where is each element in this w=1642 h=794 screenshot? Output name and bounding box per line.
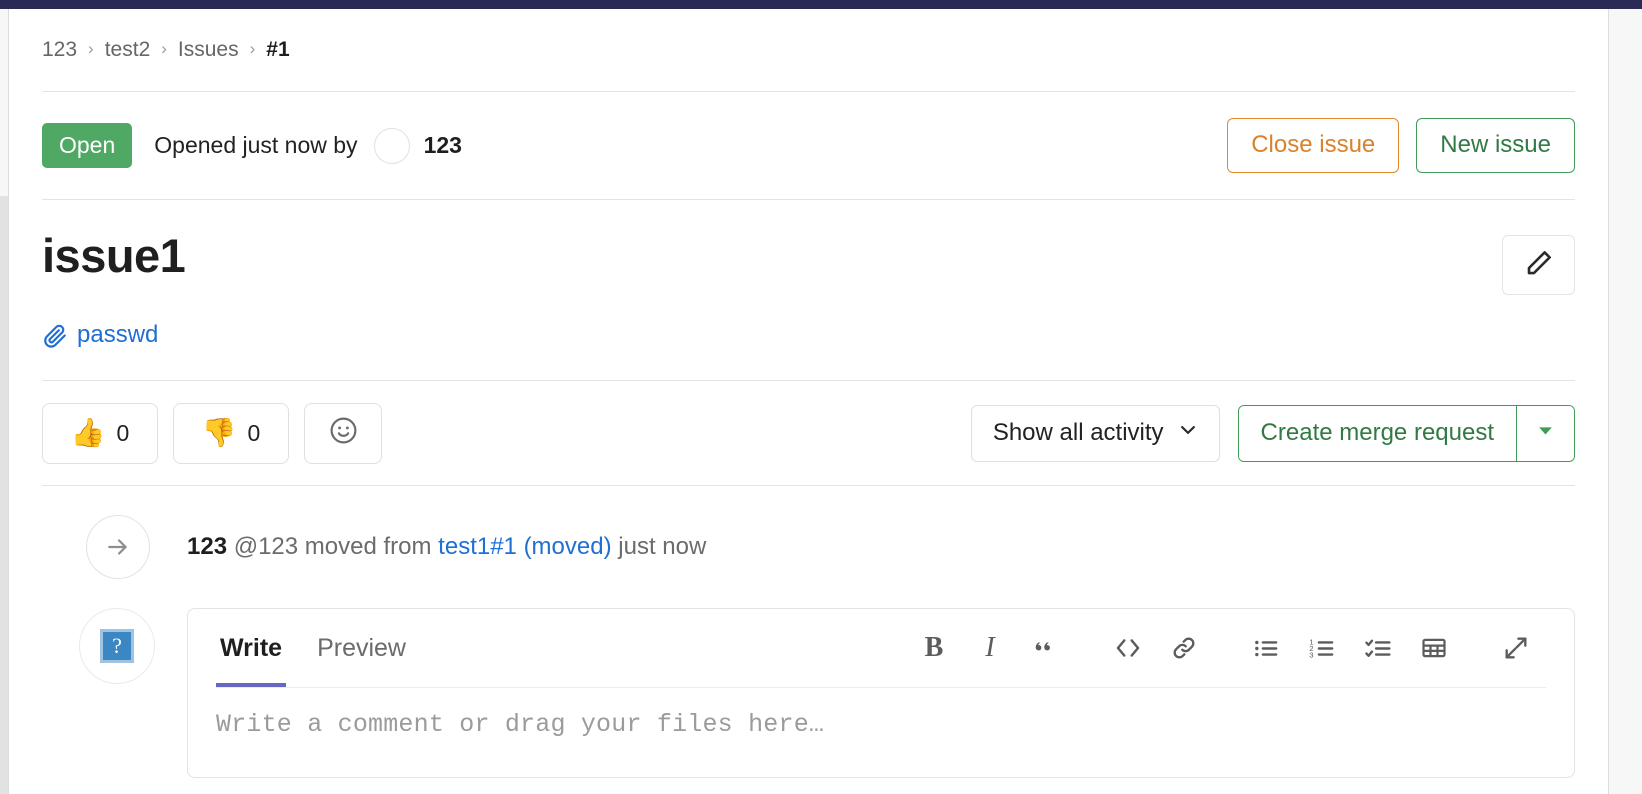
new-issue-button[interactable]: New issue — [1416, 118, 1575, 173]
breadcrumb-item-issues[interactable]: Issues — [178, 38, 239, 62]
edit-issue-button[interactable] — [1502, 235, 1575, 295]
task-list-icon[interactable] — [1350, 620, 1406, 676]
thumbs-down-count: 0 — [247, 419, 261, 446]
breadcrumb-separator-icon: › — [88, 39, 94, 58]
system-note-action: moved from — [304, 533, 432, 560]
create-merge-request-group: Create merge request — [1237, 404, 1575, 462]
create-merge-request-dropdown-toggle[interactable] — [1516, 405, 1574, 461]
issue-title-row: issue1 — [42, 200, 1575, 295]
add-reaction-button[interactable] — [304, 402, 382, 464]
italic-icon[interactable]: I — [962, 620, 1018, 676]
system-note-time: just now — [618, 533, 707, 560]
comment-editor-row: ? Write Preview B I 1 2 3 Write a commen… — [42, 579, 1575, 778]
svg-text:3: 3 — [1309, 650, 1313, 659]
thumbs-up-icon: 👍 — [70, 417, 106, 448]
comment-placeholder: Write a comment or drag your files here… — [216, 710, 825, 739]
breadcrumb-separator-icon: › — [161, 39, 167, 58]
reactions-and-actions-row: 👍 0 👎 0 Show all activity Create merge r… — [42, 381, 1575, 485]
author-avatar — [373, 127, 410, 164]
page-title: issue1 — [42, 229, 186, 282]
breadcrumb-item-group[interactable]: 123 — [42, 38, 77, 62]
system-note-author: 123 — [187, 533, 228, 560]
system-note-text: 123 @123 moved from test1#1 (moved) just… — [187, 533, 706, 561]
bold-icon[interactable]: B — [906, 620, 962, 676]
broken-image-icon: ? — [100, 629, 134, 663]
broken-image-glyph: ? — [112, 633, 122, 658]
status-badge: Open — [42, 123, 133, 168]
attachment-link[interactable]: passwd — [77, 321, 158, 349]
chevron-down-icon — [1536, 421, 1555, 445]
tab-write[interactable]: Write — [216, 609, 287, 687]
thumbs-down-icon: 👎 — [201, 417, 237, 448]
numbered-list-icon[interactable]: 1 2 3 — [1294, 620, 1350, 676]
system-note-source-link[interactable]: test1#1 (moved) — [438, 533, 611, 560]
thumbs-down-button[interactable]: 👎 0 — [173, 402, 289, 464]
comment-editor: Write Preview B I 1 2 3 Write a comment … — [187, 608, 1575, 778]
left-rail-top-segment — [0, 9, 8, 196]
smiley-face-icon — [328, 415, 359, 451]
comment-input-area[interactable]: Write a comment or drag your files here… — [188, 688, 1574, 739]
breadcrumb-separator-icon: › — [249, 39, 256, 58]
code-icon[interactable] — [1100, 620, 1156, 676]
system-note-handle: @123 — [233, 533, 299, 560]
right-gutter — [1608, 9, 1642, 794]
table-icon[interactable] — [1406, 620, 1462, 676]
breadcrumb: 123 › test2 › Issues › #1 — [42, 9, 1575, 91]
browser-top-bar — [0, 0, 1642, 9]
attachment-row: passwd — [42, 295, 1575, 380]
main-content: 123 › test2 › Issues › #1 Open Opened ju… — [9, 9, 1608, 794]
close-issue-button[interactable]: Close issue — [1227, 118, 1400, 173]
show-activity-dropdown[interactable]: Show all activity — [970, 404, 1220, 462]
paperclip-icon — [42, 322, 68, 348]
breadcrumb-item-project[interactable]: test2 — [105, 38, 151, 62]
link-icon[interactable] — [1156, 620, 1212, 676]
fullscreen-icon[interactable] — [1488, 620, 1544, 676]
thumbs-up-count: 0 — [116, 419, 130, 446]
opened-text: Opened just now by — [154, 132, 358, 158]
issue-detail-page: 123 › test2 › Issues › #1 Open Opened ju… — [0, 0, 1642, 794]
pencil-icon — [1524, 248, 1554, 283]
tab-preview[interactable]: Preview — [313, 609, 410, 687]
show-activity-label: Show all activity — [992, 419, 1164, 446]
issue-status-bar: Open Opened just now by 123 Close issue … — [42, 92, 1575, 199]
breadcrumb-item-current: #1 — [266, 38, 290, 61]
markdown-toolbar: B I 1 2 3 — [906, 620, 1544, 676]
author-name[interactable]: 123 — [424, 132, 462, 159]
chevron-down-icon — [1178, 419, 1198, 447]
current-user-avatar: ? — [79, 608, 155, 684]
arrow-right-icon — [86, 515, 150, 579]
create-merge-request-button[interactable]: Create merge request — [1238, 405, 1516, 461]
bullet-list-icon[interactable] — [1238, 620, 1294, 676]
thumbs-up-button[interactable]: 👍 0 — [42, 402, 158, 464]
quote-icon[interactable] — [1018, 620, 1074, 676]
system-note-row: 123 @123 moved from test1#1 (moved) just… — [42, 486, 1575, 579]
comment-editor-header: Write Preview B I 1 2 3 — [188, 609, 1574, 687]
